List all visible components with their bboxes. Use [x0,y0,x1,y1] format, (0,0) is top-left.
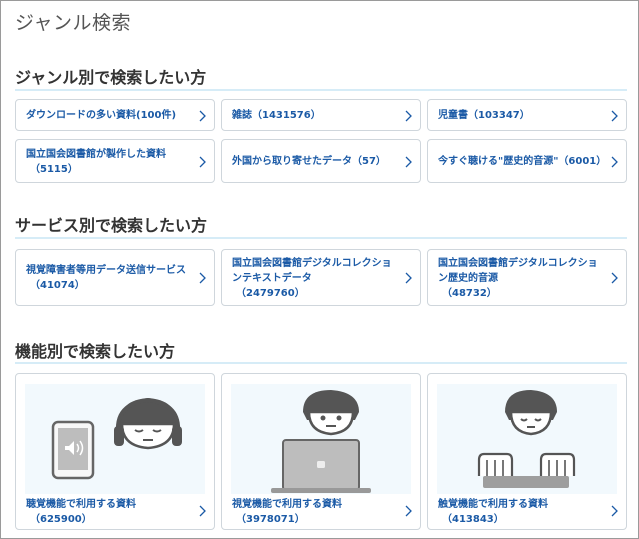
function-card-hearing[interactable]: 聴覚機能で利用する資料 （625900） [15,373,215,530]
chevron-right-icon [405,156,412,168]
genre-card-magazines[interactable]: 雑誌（1431576） [221,99,421,131]
card-label: 視覚障害者等用データ送信サービス （41074） [26,263,191,293]
chevron-right-icon [405,110,412,122]
chevron-right-icon [611,505,618,517]
chevron-right-icon [199,272,206,284]
chevron-right-icon [199,505,206,517]
listening-person-with-tablet-icon [51,397,182,480]
card-label: 国立国会図書館が製作した資料 （5115） [26,147,191,177]
chevron-right-icon [199,156,206,168]
function-card-touch[interactable]: 触覚機能で利用する資料 （413843） [427,373,627,530]
card-label: ダウンロードの多い資料(100件) [26,110,177,121]
genre-card-ndl-produced[interactable]: 国立国会図書館が製作した資料 （5115） [15,139,215,183]
card-label-text: 国立国会図書館デジタルコレクションテキストデータ [232,258,392,284]
service-card-digital-audio[interactable]: 国立国会図書館デジタルコレクション歴史的音源 （48732） [427,249,627,306]
genre-card-historical-audio[interactable]: 今すぐ聴ける"歴史的音源"（6001） [427,139,627,183]
card-count: （41074） [30,280,85,291]
card-label-text: 視覚障害者等用データ送信サービス [26,265,186,276]
chevron-right-icon [611,110,618,122]
card-label: 視覚機能で利用する資料 （3978071） [232,497,397,527]
section-title-genre: ジャンル別で検索したい方 [15,68,207,87]
card-label-text: 国立国会図書館が製作した資料 [26,149,166,160]
chevron-right-icon [199,110,206,122]
section-title-function: 機能別で検索したい方 [15,342,176,361]
person-with-laptop-icon [271,390,371,493]
card-label: 児童書（103347） [438,110,530,121]
card-label-text: 聴覚機能で利用する資料 [26,499,136,510]
page-title: ジャンル検索 [15,12,132,34]
chevron-right-icon [611,156,618,168]
function-card-vision[interactable]: 視覚機能で利用する資料 （3978071） [221,373,421,530]
section-divider [15,89,627,91]
card-label: 今すぐ聴ける"歴史的音源"（6001） [438,156,607,167]
illustration-laptop [231,384,411,494]
chevron-right-icon [405,272,412,284]
illustration-braille [437,384,617,494]
genre-card-downloads[interactable]: ダウンロードの多い資料(100件) [15,99,215,131]
card-label: 外国から取り寄せたデータ（57） [232,156,386,167]
genre-card-childrens-books[interactable]: 児童書（103347） [427,99,627,131]
card-count: （5115） [30,164,78,175]
section-divider [15,237,627,239]
card-label: 雑誌（1431576） [232,110,321,121]
section-divider [15,362,627,364]
service-card-digital-text[interactable]: 国立国会図書館デジタルコレクションテキストデータ （2479760） [221,249,421,306]
card-count: （625900） [30,514,92,525]
card-label: 聴覚機能で利用する資料 （625900） [26,497,191,527]
card-label-text: 視覚機能で利用する資料 [232,499,342,510]
service-card-visually-impaired[interactable]: 視覚障害者等用データ送信サービス （41074） [15,249,215,306]
card-label: 触覚機能で利用する資料 （413843） [438,497,603,527]
card-label: 国立国会図書館デジタルコレクション歴史的音源 （48732） [438,256,603,301]
illustration-listening [25,384,205,494]
card-label: 国立国会図書館デジタルコレクションテキストデータ （2479760） [232,256,397,301]
section-title-service: サービス別で検索したい方 [15,216,208,235]
card-count: （48732） [442,288,497,299]
genre-card-foreign-data[interactable]: 外国から取り寄せたデータ（57） [221,139,421,183]
card-count: （2479760） [236,288,305,299]
chevron-right-icon [405,505,412,517]
card-label-text: 触覚機能で利用する資料 [438,499,548,510]
chevron-right-icon [611,272,618,284]
card-label-text: 国立国会図書館デジタルコレクション歴史的音源 [438,258,598,284]
card-count: （3978071） [236,514,305,525]
card-count: （413843） [442,514,504,525]
person-reading-braille-icon [477,390,576,488]
